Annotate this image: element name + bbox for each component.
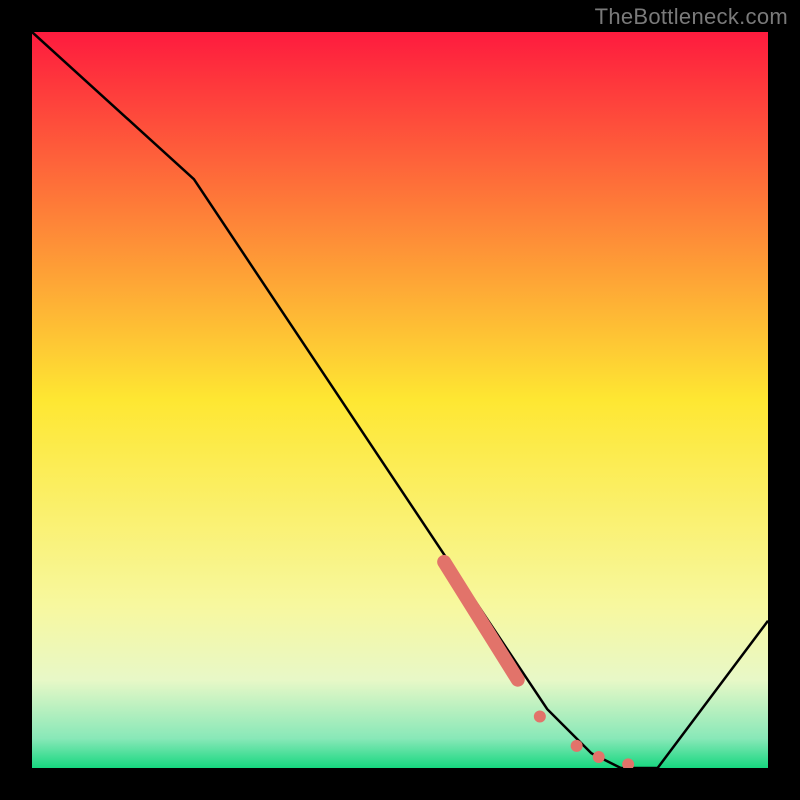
plot-area	[32, 32, 768, 768]
gradient-background	[32, 32, 768, 768]
chart-svg	[32, 32, 768, 768]
watermark-text: TheBottleneck.com	[595, 4, 788, 30]
highlight-dot	[593, 751, 605, 763]
highlight-dot	[571, 740, 583, 752]
highlight-dot	[534, 710, 546, 722]
chart-container: TheBottleneck.com	[0, 0, 800, 800]
